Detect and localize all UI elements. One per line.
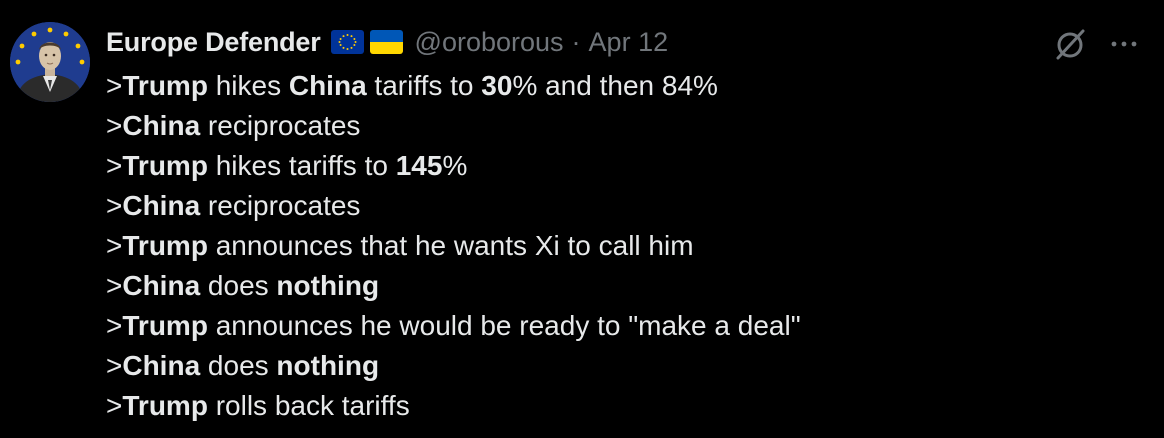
display-name[interactable]: Europe Defender [106,27,321,58]
tweet-header: Europe Defender @oroborous · Apr 12 [106,22,668,62]
tweet-text: >Trump hikes China tariffs to 30% and th… [106,66,801,426]
tweet-line: >Trump hikes tariffs to 145% [106,150,468,181]
handle[interactable]: @oroborous [415,27,564,58]
separator-dot: · [571,26,581,57]
tweet-line: >Trump rolls back tariffs [106,390,410,421]
tweet-line: >Trump hikes China tariffs to 30% and th… [106,70,718,101]
tweet-line: >Trump announces he would be ready to "m… [106,310,801,341]
eu-flag-icon [330,30,364,54]
avatar[interactable] [10,22,90,102]
tweet-line: >Trump announces that he wants Xi to cal… [106,230,694,261]
ukraine-flag-icon [369,30,403,54]
more-icon[interactable] [1108,30,1140,58]
grok-icon[interactable] [1052,26,1088,62]
tweet-line: >China reciprocates [106,110,361,141]
avatar-image [10,22,90,102]
tweet-line: >China does nothing [106,270,380,301]
tweet-line: >China does nothing [106,350,380,381]
tweet-line: >China reciprocates [106,190,361,221]
post-date[interactable]: Apr 12 [589,27,669,58]
tweet[interactable]: Europe Defender @oroborous · Apr 12 >Tru… [0,0,1164,438]
